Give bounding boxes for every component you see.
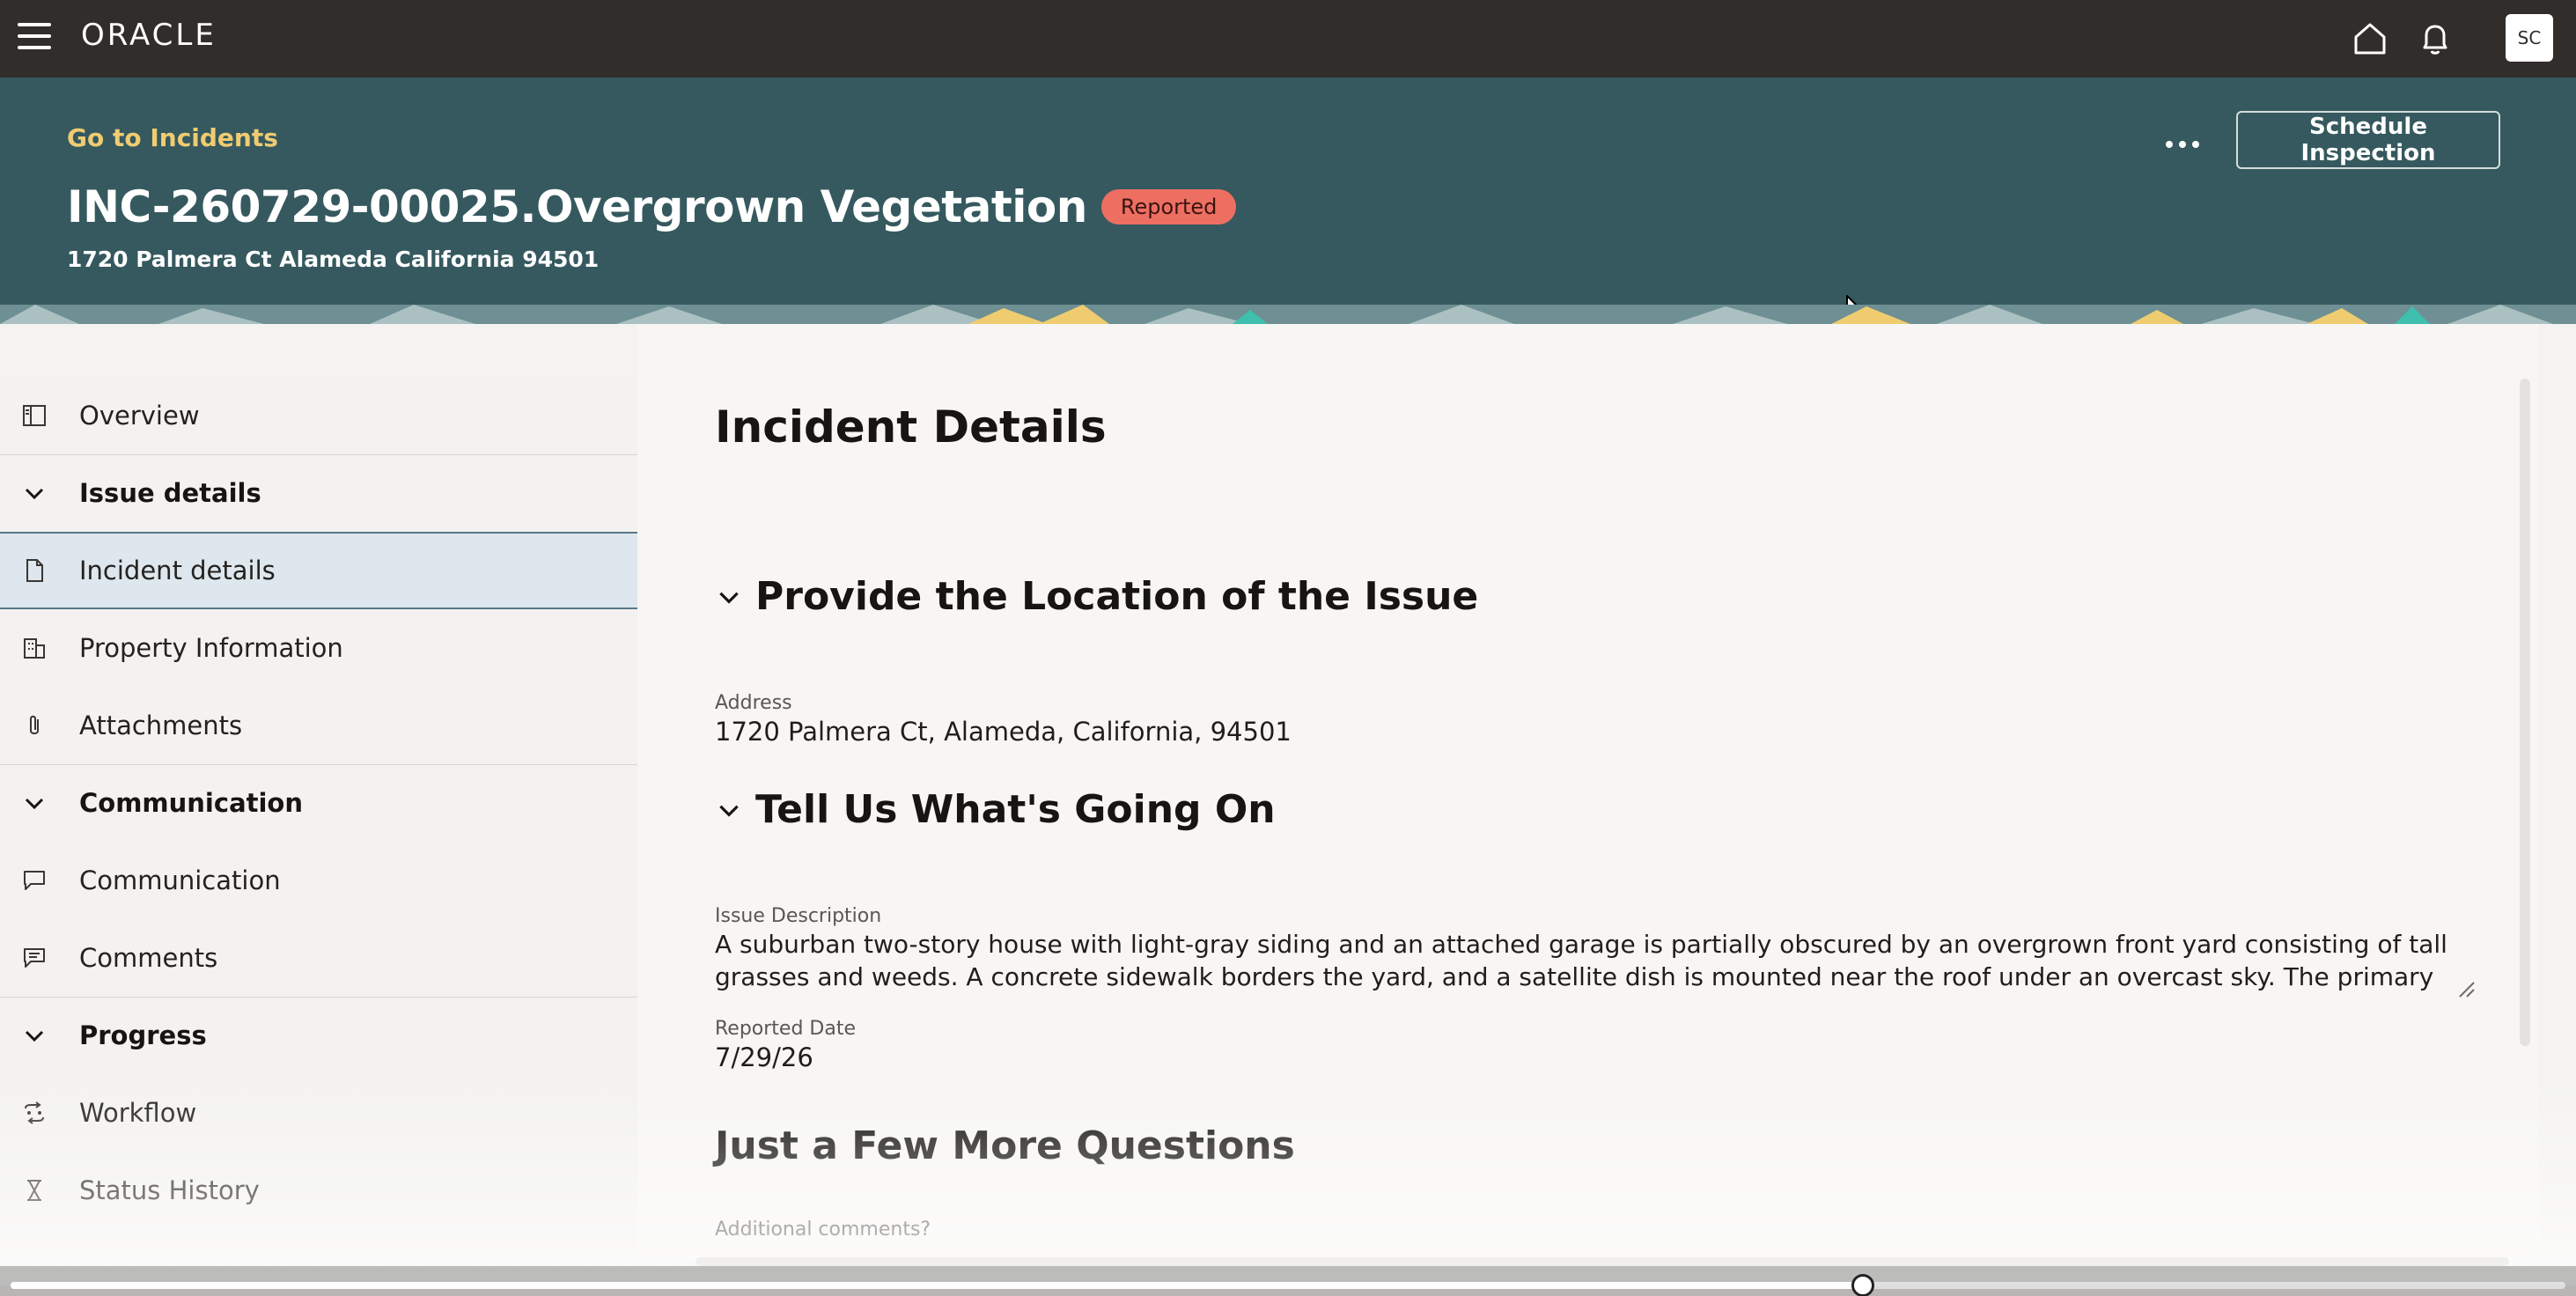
sidebar-group-label: Progress [79,1020,207,1050]
page-title: INC-260729-00025.Overgrown Vegetation [67,181,1087,232]
chat-bubble-icon [24,871,45,890]
sidebar-item-comments[interactable]: Comments [0,919,637,997]
reported-date-label: Reported Date [715,1018,857,1040]
sidebar-group-label: Issue details [79,478,261,508]
more-actions-button[interactable] [2160,129,2204,160]
header-address: 1720 Palmera Ct Alameda California 94501 [67,247,600,272]
issue-description-text[interactable]: A suburban two-story house with light-gr… [715,928,2467,995]
title-row: INC-260729-00025.Overgrown Vegetation Re… [67,181,1237,232]
incident-details-heading: Incident Details [715,401,1107,453]
resize-handle-icon[interactable] [2456,979,2476,998]
sidebar-group-communication[interactable]: Communication [0,764,637,842]
workflow-icon [25,1101,44,1124]
sidebar-group-progress[interactable]: Progress [0,997,637,1074]
paperclip-icon [30,715,39,734]
schedule-inspection-button[interactable]: Schedule Inspection [2236,111,2500,169]
sidebar-item-label: Workflow [79,1098,197,1128]
location-section-title: Provide the Location of the Issue [755,574,1479,619]
building-icon [24,638,45,659]
chevron-down-icon [25,1030,44,1042]
sidebar-item-label: Property Information [79,633,343,663]
video-progress-bar[interactable] [11,1274,2565,1296]
address-label: Address [715,692,792,714]
document-icon [26,559,43,582]
going-on-section-toggle[interactable]: Tell Us What's Going On [715,787,1276,832]
go-to-incidents-link[interactable]: Go to Incidents [67,123,278,152]
overview-panel-icon [23,405,46,426]
main-content: Incident Details Provide the Location of… [637,324,2539,1261]
sidebar-item-overview[interactable]: Overview [0,377,637,454]
sidebar-item-label: Communication [79,865,281,895]
status-badge: Reported [1100,189,1237,225]
chevron-down-icon [25,488,44,500]
sidebar-item-label: Incident details [79,556,276,585]
hourglass-icon [27,1180,41,1201]
going-on-section-title: Tell Us What's Going On [755,787,1276,832]
sidebar-group-label: Communication [79,788,304,818]
bell-icon[interactable] [2414,18,2456,60]
sidebar-item-workflow[interactable]: Workflow [0,1074,637,1152]
page-header: Go to Incidents INC-260729-00025.Overgro… [0,77,2576,324]
sidebar-item-label: Attachments [79,711,243,740]
video-controls-strip [0,1266,2576,1296]
sidebar-group-issue-details[interactable]: Issue details [0,454,637,532]
sidebar-item-label: Overview [79,401,200,431]
sidebar-item-incident-details[interactable]: Incident details [0,532,637,609]
vertical-scrollbar[interactable] [2520,379,2530,1046]
address-value: 1720 Palmera Ct, Alameda, California, 94… [715,717,1292,747]
chevron-down-icon [719,805,739,817]
home-icon[interactable] [2349,18,2391,60]
sidebar-item-label: Comments [79,943,218,973]
sidebar-nav: Overview Issue details Incident details … [0,377,637,1261]
header-decorative-pattern [0,305,2576,324]
chevron-down-icon [25,798,44,810]
sidebar-item-property-information[interactable]: Property Information [0,609,637,687]
reported-date-value: 7/29/26 [715,1042,813,1072]
sidebar-item-communication[interactable]: Communication [0,842,637,919]
oracle-logo: ORACLE [81,18,217,53]
horizontal-scrollbar[interactable] [696,1257,2509,1266]
sidebar-item-status-history[interactable]: Status History [0,1152,637,1229]
chevron-down-icon [719,592,739,604]
additional-comments-label: Additional comments? [715,1219,931,1241]
more-questions-heading: Just a Few More Questions [715,1123,1295,1168]
comments-icon [24,948,45,968]
issue-description-label: Issue Description [715,905,882,927]
video-progress-knob[interactable] [1851,1274,1874,1296]
user-avatar[interactable]: SC [2506,14,2553,62]
location-section-toggle[interactable]: Provide the Location of the Issue [715,574,1478,619]
video-progress-fill [11,1282,1863,1289]
sidebar-item-label: Status History [79,1175,260,1205]
top-bar: ORACLE SC [0,0,2576,77]
sidebar-item-attachments[interactable]: Attachments [0,687,637,764]
hamburger-menu-icon[interactable] [18,23,53,53]
